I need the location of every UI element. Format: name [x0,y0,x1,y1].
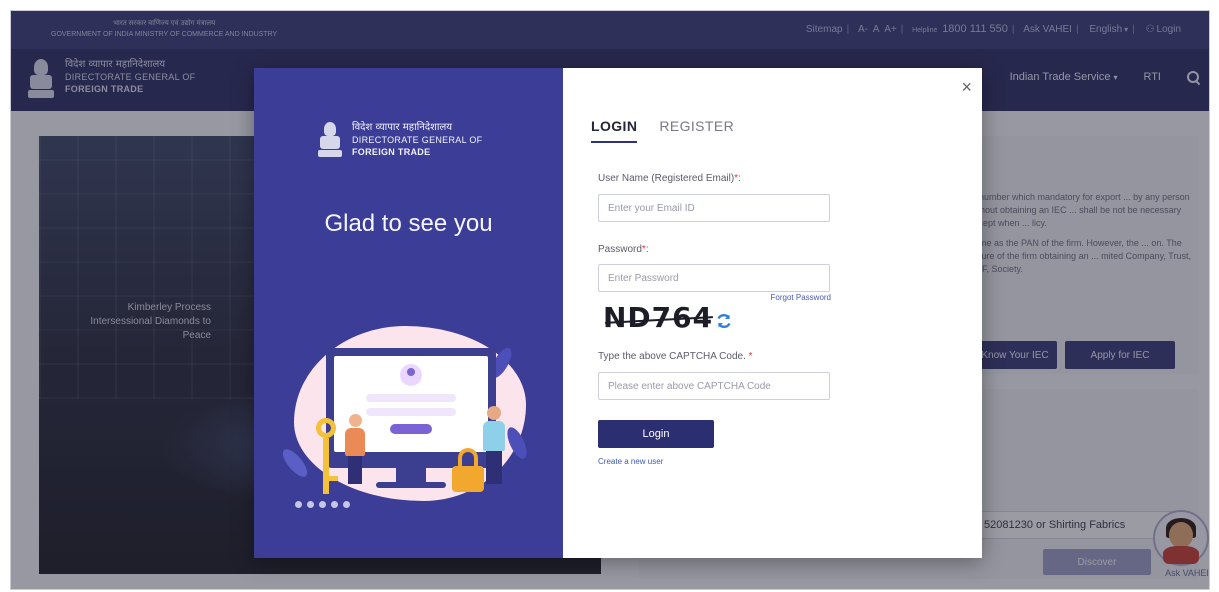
dgft-page: भारत सरकार वाणिज्य एवं उद्योग मंत्रालय G… [10,10,1210,590]
form-line [366,394,456,402]
national-emblem-icon [316,120,344,160]
modal-brand: विदेश व्यापार महानिदेशालय DIRECTORATE GE… [316,120,482,160]
captcha-label-text: Type the above CAPTCHA Code. [598,351,746,362]
captcha-input[interactable] [598,372,830,400]
carousel-dot[interactable] [343,501,350,508]
captcha-image: ND764 [603,301,714,334]
captcha-label: Type the above CAPTCHA Code. * [598,351,753,362]
required-marker: * [734,173,739,184]
email-field[interactable] [598,194,830,222]
carousel-dot[interactable] [295,501,302,508]
modal-brand-text: विदेश व्यापार महानिदेशालय DIRECTORATE GE… [352,122,482,160]
person-figure [480,406,508,484]
auth-tabs: LOGIN REGISTER [591,118,734,143]
form-line [366,408,456,416]
username-label: User Name (Registered Email)*: [598,173,741,184]
login-form-panel: × LOGIN REGISTER User Name (Registered E… [563,68,982,558]
required-marker: * [641,244,646,255]
login-modal: विदेश व्यापार महानिदेशालय DIRECTORATE GE… [254,68,982,558]
modal-welcome-panel: विदेश व्यापार महानिदेशालय DIRECTORATE GE… [254,68,563,558]
person-figure [342,414,368,484]
modal-brand-line-2: FOREIGN TRADE [352,147,431,157]
modal-brand-hindi: विदेश व्यापार महानिदेशालय [352,122,453,133]
forgot-password-link[interactable]: Forgot Password [743,293,831,302]
avatar-icon [400,364,422,386]
modal-brand-line-1: DIRECTORATE GENERAL OF [352,135,483,145]
welcome-greeting: Glad to see you [324,210,493,237]
refresh-captcha-icon[interactable] [715,312,733,330]
form-button-shape [390,424,432,434]
login-button[interactable]: Login [598,420,714,448]
required-marker: * [748,351,753,362]
vahei-close-icon[interactable]: × [1209,507,1210,522]
carousel-dots [295,501,350,508]
key-icon [306,418,346,496]
username-label-text: User Name (Registered Email) [598,173,735,184]
password-label: Password*: [598,244,649,255]
password-label-text: Password [598,244,642,255]
password-field[interactable] [598,264,830,292]
create-new-user-link[interactable]: Create a new user [598,457,663,466]
tab-register[interactable]: REGISTER [659,118,734,143]
close-icon[interactable]: × [961,78,972,96]
carousel-dot[interactable] [307,501,314,508]
monitor-stand [396,468,426,482]
tab-login[interactable]: LOGIN [591,118,638,143]
carousel-dot[interactable] [331,501,338,508]
carousel-dot[interactable] [319,501,326,508]
monitor-base [376,482,446,488]
